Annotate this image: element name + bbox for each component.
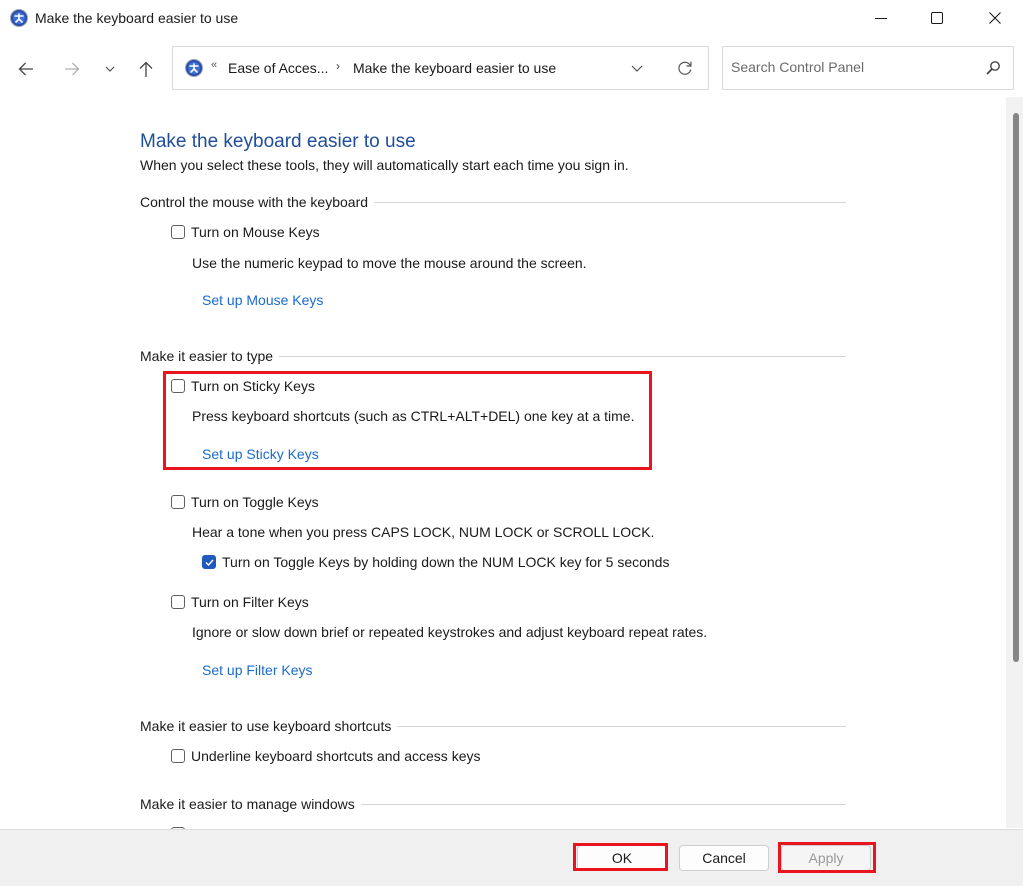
page-title: Make the keyboard easier to use bbox=[140, 131, 416, 152]
cancel-button[interactable]: Cancel bbox=[679, 845, 769, 871]
toggle-keys-numlock-checkbox-row[interactable]: Turn on Toggle Keys by holding down the … bbox=[202, 554, 669, 570]
sticky-keys-checkbox-row[interactable]: Turn on Sticky Keys bbox=[171, 378, 315, 394]
section-heading-text: Make it easier to type bbox=[140, 348, 274, 364]
breadcrumb-ease-of-access[interactable]: Ease of Acces... bbox=[228, 60, 328, 76]
up-button[interactable] bbox=[131, 54, 161, 84]
mouse-keys-checkbox[interactable] bbox=[171, 225, 185, 239]
section-divider bbox=[397, 725, 846, 727]
mouse-keys-label[interactable]: Turn on Mouse Keys bbox=[191, 224, 320, 240]
close-icon bbox=[989, 12, 1001, 24]
search-icon[interactable] bbox=[985, 60, 1001, 76]
section-heading-text: Make it easier to manage windows bbox=[140, 796, 355, 812]
scrollbar-thumb[interactable] bbox=[1013, 113, 1019, 662]
address-bar[interactable]: « Ease of Acces... › Make the keyboard e… bbox=[172, 46, 709, 90]
mouse-keys-checkbox-row[interactable]: Turn on Mouse Keys bbox=[171, 224, 320, 240]
section-heading-typing: Make it easier to type bbox=[140, 348, 846, 364]
arrow-left-icon bbox=[18, 62, 33, 76]
sticky-keys-label[interactable]: Turn on Sticky Keys bbox=[191, 378, 315, 394]
sticky-keys-description: Press keyboard shortcuts (such as CTRL+A… bbox=[192, 408, 635, 424]
breadcrumb-overflow[interactable]: « bbox=[211, 59, 217, 71]
ease-of-access-icon bbox=[10, 9, 28, 27]
filter-keys-description: Ignore or slow down brief or repeated ke… bbox=[192, 624, 708, 640]
setup-sticky-keys-link[interactable]: Set up Sticky Keys bbox=[202, 446, 319, 462]
section-heading-text: Control the mouse with the keyboard bbox=[140, 194, 369, 210]
title-bar: Make the keyboard easier to use bbox=[0, 0, 1023, 38]
toggle-keys-label[interactable]: Turn on Toggle Keys bbox=[191, 494, 319, 510]
ease-of-access-icon bbox=[185, 59, 203, 77]
breadcrumb-current[interactable]: Make the keyboard easier to use bbox=[353, 60, 556, 76]
maximize-icon bbox=[931, 12, 943, 24]
refresh-button[interactable] bbox=[673, 56, 697, 80]
ok-highlight-box bbox=[573, 843, 668, 871]
section-divider bbox=[374, 201, 846, 203]
minimize-button[interactable] bbox=[852, 0, 910, 36]
setup-mouse-keys-link[interactable]: Set up Mouse Keys bbox=[202, 292, 323, 308]
toggle-keys-checkbox[interactable] bbox=[171, 495, 185, 509]
back-button[interactable] bbox=[11, 54, 41, 84]
setup-filter-keys-link[interactable]: Set up Filter Keys bbox=[202, 662, 313, 678]
window-title: Make the keyboard easier to use bbox=[35, 10, 239, 26]
apply-highlight-box bbox=[778, 842, 876, 873]
sticky-keys-checkbox[interactable] bbox=[171, 379, 185, 393]
maximize-button[interactable] bbox=[908, 0, 966, 36]
section-heading-mouse: Control the mouse with the keyboard bbox=[140, 194, 846, 210]
search-box[interactable] bbox=[722, 46, 1014, 90]
refresh-icon bbox=[678, 61, 692, 75]
toggle-keys-numlock-label[interactable]: Turn on Toggle Keys by holding down the … bbox=[222, 554, 669, 570]
breadcrumb-separator[interactable]: › bbox=[336, 59, 340, 73]
filter-keys-label[interactable]: Turn on Filter Keys bbox=[191, 594, 309, 610]
filter-keys-checkbox[interactable] bbox=[171, 595, 185, 609]
toggle-keys-numlock-checkbox[interactable] bbox=[202, 555, 216, 569]
underline-shortcuts-checkbox[interactable] bbox=[171, 749, 185, 763]
mouse-keys-description: Use the numeric keypad to move the mouse… bbox=[192, 255, 587, 271]
section-heading-windows: Make it easier to manage windows bbox=[140, 796, 846, 812]
underline-shortcuts-label[interactable]: Underline keyboard shortcuts and access … bbox=[191, 748, 480, 764]
recent-locations-button[interactable] bbox=[95, 54, 125, 84]
toggle-keys-description: Hear a tone when you press CAPS LOCK, NU… bbox=[192, 524, 655, 540]
checkmark-icon bbox=[205, 559, 214, 566]
arrow-right-icon bbox=[65, 62, 80, 76]
forward-button[interactable] bbox=[57, 54, 87, 84]
close-button[interactable] bbox=[966, 0, 1023, 36]
toggle-keys-checkbox-row[interactable]: Turn on Toggle Keys bbox=[171, 494, 319, 510]
underline-shortcuts-checkbox-row[interactable]: Underline keyboard shortcuts and access … bbox=[171, 748, 480, 764]
arrow-up-icon bbox=[139, 61, 153, 77]
address-dropdown-button[interactable] bbox=[625, 56, 649, 80]
page-subtitle: When you select these tools, they will a… bbox=[140, 157, 629, 173]
minimize-icon bbox=[875, 18, 887, 19]
chevron-down-icon bbox=[631, 65, 643, 72]
section-divider bbox=[360, 803, 846, 805]
filter-keys-checkbox-row[interactable]: Turn on Filter Keys bbox=[171, 594, 309, 610]
section-heading-shortcuts: Make it easier to use keyboard shortcuts bbox=[140, 718, 846, 734]
section-heading-text: Make it easier to use keyboard shortcuts bbox=[140, 718, 392, 734]
section-divider bbox=[279, 355, 846, 357]
search-input[interactable] bbox=[731, 59, 971, 75]
chevron-down-icon bbox=[105, 66, 115, 72]
